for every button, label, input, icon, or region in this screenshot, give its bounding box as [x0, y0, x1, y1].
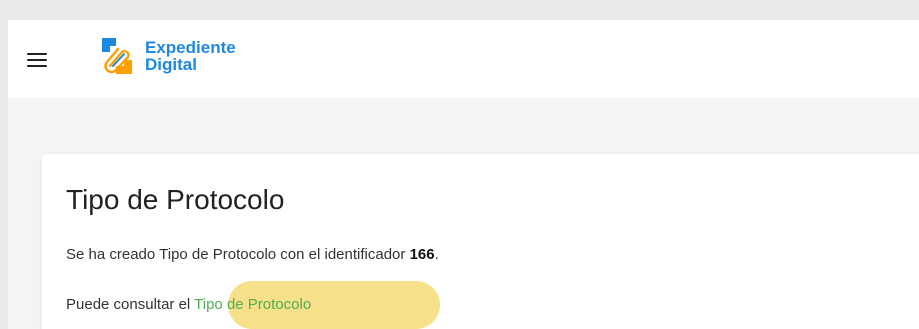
hamburger-line [27, 53, 47, 55]
confirmation-card: Tipo de Protocolo Se ha creado Tipo de P… [42, 154, 919, 329]
hamburger-line [27, 59, 47, 61]
expediente-digital-logo[interactable]: Expediente Digital [96, 31, 236, 81]
tipo-de-protocolo-link[interactable]: Tipo de Protocolo [194, 296, 311, 313]
message-suffix: . [434, 246, 439, 263]
app-frame: Expediente Digital Tipo de Protocolo Se … [8, 20, 919, 329]
creation-message: Se ha creado Tipo de Protocolo con el id… [66, 246, 439, 263]
hamburger-line [27, 65, 47, 67]
page-title: Tipo de Protocolo [66, 184, 285, 215]
logo-line-2: Digital [145, 55, 197, 74]
hamburger-menu-icon[interactable] [25, 53, 51, 71]
identifier-value: 166 [409, 246, 435, 263]
logo-line-1: Expediente [145, 38, 236, 57]
paperclip-logo-icon [96, 34, 140, 78]
consult-message-text: Puede consultar el [66, 296, 191, 313]
top-bar: Expediente Digital [8, 20, 919, 98]
creation-message-text: Se ha creado Tipo de Protocolo con el id… [66, 246, 406, 263]
consult-message: Puede consultar el Tipo de Protocolo [66, 296, 311, 313]
logo-text: Expediente Digital [145, 39, 236, 73]
